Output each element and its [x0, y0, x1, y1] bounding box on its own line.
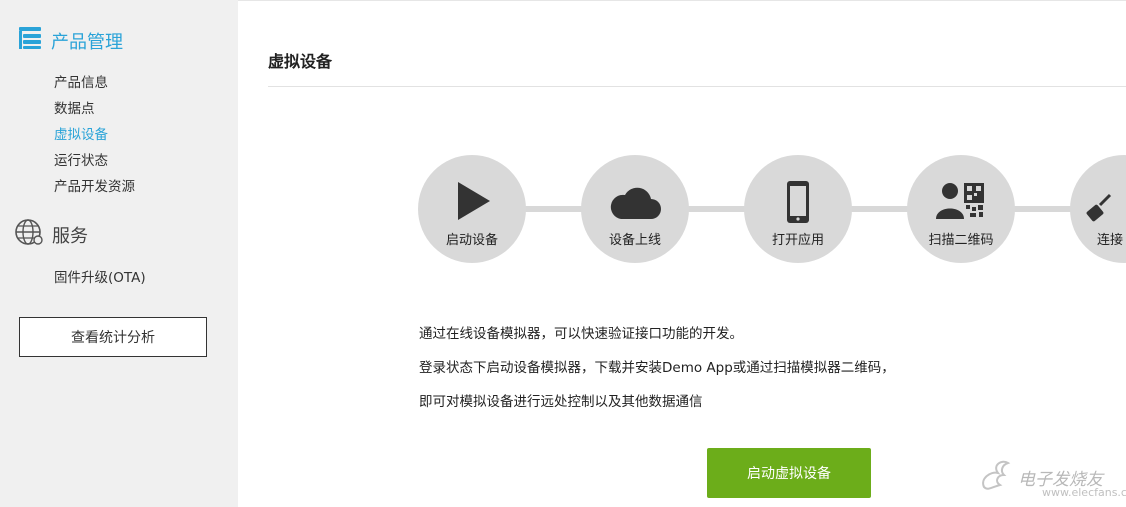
- sidebar: 产品管理 产品信息 数据点 虚拟设备 运行状态 产品开发资源 服务 固件升级(O…: [0, 0, 238, 507]
- step-connect: 连接: [1070, 155, 1126, 263]
- description-line: 通过在线设备模拟器，可以快速验证接口功能的开发。: [419, 326, 743, 342]
- plug-icon: [1086, 193, 1112, 222]
- top-border: [238, 0, 1126, 1]
- qr-scan-icon: [936, 183, 984, 219]
- phone-icon: [787, 181, 809, 223]
- step-label: 扫描二维码: [928, 233, 994, 248]
- title-divider: [268, 86, 1126, 87]
- step-device-online: 设备上线: [581, 155, 689, 263]
- step-label: 打开应用: [771, 233, 824, 248]
- sidebar-item-virtual-device[interactable]: 虚拟设备: [54, 123, 108, 143]
- sidebar-item-run-status[interactable]: 运行状态: [54, 149, 108, 169]
- section-title: 产品管理: [51, 31, 123, 53]
- play-icon: [458, 182, 490, 220]
- step-label: 设备上线: [608, 233, 661, 248]
- section-services[interactable]: 服务: [14, 218, 88, 251]
- description-line: 登录状态下启动设备模拟器，下载并安装Demo App或通过扫描模拟器二维码，: [419, 360, 895, 376]
- cloud-icon: [610, 187, 661, 219]
- sidebar-item-product-info[interactable]: 产品信息: [54, 71, 108, 91]
- step-open-app: 打开应用: [744, 155, 852, 263]
- stack-icon: [17, 26, 43, 55]
- section-title: 服务: [52, 225, 88, 247]
- sidebar-item-data-points[interactable]: 数据点: [54, 97, 95, 117]
- step-start-device: 启动设备: [418, 155, 526, 263]
- step-label: 连接: [1097, 233, 1124, 248]
- description-line: 即可对模拟设备进行远处控制以及其他数据通信: [419, 394, 703, 410]
- page-title: 虚拟设备: [268, 52, 333, 71]
- sidebar-item-ota[interactable]: 固件升级(OTA): [54, 266, 146, 286]
- launch-virtual-device-button[interactable]: 启动虚拟设备: [707, 448, 871, 498]
- watermark-logo-icon: [982, 460, 1011, 490]
- globe-icon: [14, 218, 44, 251]
- watermark-url: www.elecfans.com: [1042, 486, 1126, 499]
- view-stats-button[interactable]: 查看统计分析: [19, 317, 207, 357]
- step-scan-qr: 扫描二维码: [907, 155, 1015, 263]
- step-label: 启动设备: [445, 233, 498, 248]
- sidebar-item-dev-resources[interactable]: 产品开发资源: [54, 175, 135, 195]
- section-product-management[interactable]: 产品管理: [17, 26, 123, 55]
